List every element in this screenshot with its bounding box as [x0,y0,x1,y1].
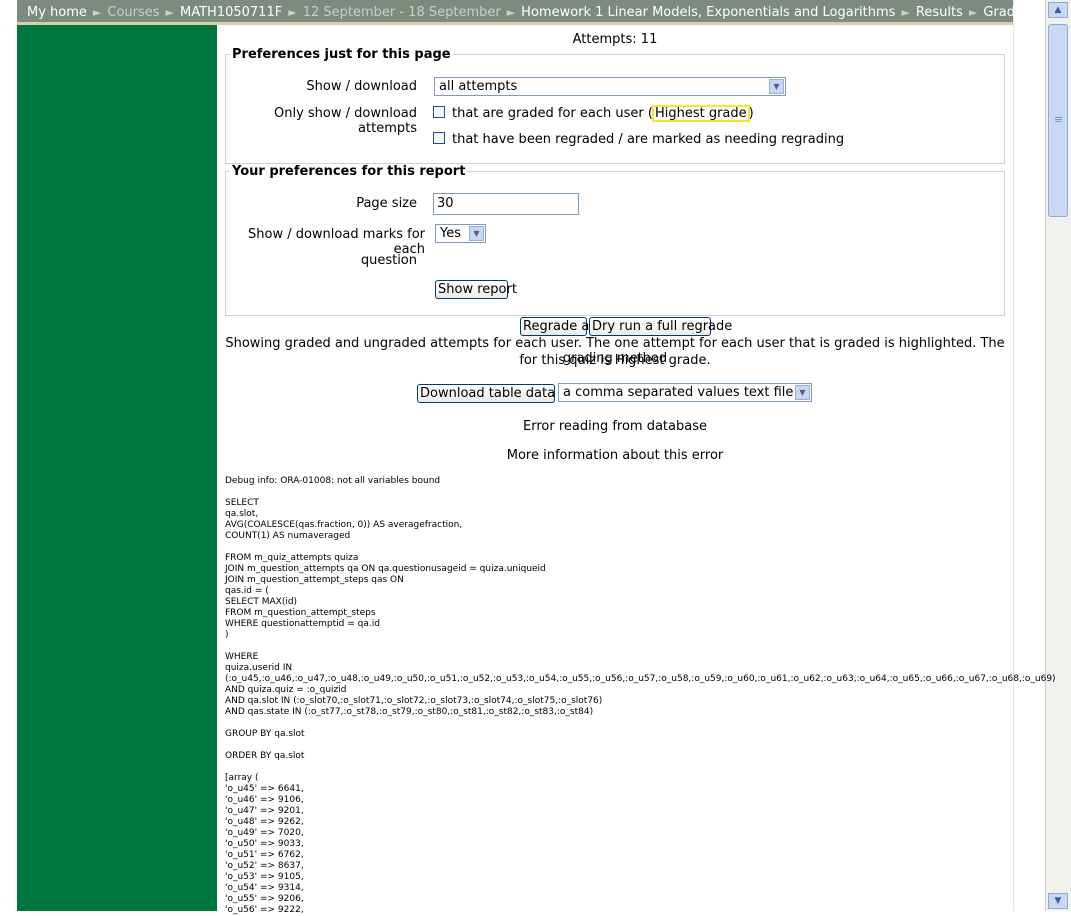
graded-option-text: that are graded for each user (Highest g… [452,105,754,122]
chevron-down-icon[interactable]: ▼ [769,79,784,94]
report-preferences-legend: Your preferences for this report [232,164,466,179]
show-report-button[interactable]: Show report [435,280,517,299]
breadcrumb-item[interactable]: 12 September - 18 September [303,5,501,20]
error-message: Error reading from database [523,419,707,434]
breadcrumb: My home ► Courses ► MATH1050711F ► 12 Septembe… [17,0,1030,25]
page-size-input[interactable]: 30 [433,193,579,215]
breadcrumb-separator-icon: ► [901,6,910,19]
download-table-button[interactable]: Download table data as [417,384,574,403]
breadcrumb-item[interactable]: Homework 1 Linear Models, Exponentials a… [521,5,895,20]
breadcrumb-item[interactable]: Grades [983,5,1029,20]
breadcrumb-item[interactable]: My home [27,5,87,20]
dry-run-regrade-button[interactable]: Dry run a full regrade [589,317,732,336]
show-download-label: Show / download [306,79,417,94]
vertical-scrollbar[interactable]: ▲ ▼ [1045,0,1071,911]
page-size-label: Page size [356,196,417,211]
scroll-down-icon[interactable]: ▼ [1048,893,1068,909]
marks-label-line2: question [360,253,417,268]
attempts-count: Attempts: 11 [572,32,658,47]
main-content: Attempts: 11 Preferences just for this p… [217,25,1056,915]
graded-option-prefix: that are graded for each user ( [452,106,653,121]
right-gutter [1013,0,1046,911]
debug-info: Debug info: ORA-01008: not all variables… [225,476,1056,915]
left-gutter [0,0,17,911]
breadcrumb-separator-icon: ► [92,6,102,19]
breadcrumb-item[interactable]: Courses [107,5,159,20]
breadcrumb-separator-icon: ► [968,6,978,19]
show-download-select[interactable]: all attempts ▼ [434,77,786,96]
marks-select[interactable]: Yes ▼ [435,224,486,243]
regraded-option-text: that have been regraded / are marked as … [452,132,845,147]
more-info-link[interactable]: More information about this error [217,448,1013,463]
marks-value: Yes [440,226,461,241]
grading-info-line2: for this quiz is Highest grade. [519,353,711,368]
download-format-value: a comma separated values text file [563,385,794,400]
chevron-down-icon[interactable]: ▼ [469,226,484,241]
scroll-up-icon[interactable]: ▲ [1048,2,1068,18]
highest-grade-highlight: Highest grade [651,105,750,122]
breadcrumb-separator-icon: ► [506,6,516,19]
chevron-down-icon[interactable]: ▼ [795,385,810,400]
show-download-value: all attempts [439,79,518,94]
only-show-label: Only show / download attempts [273,106,417,136]
breadcrumb-separator-icon: ► [165,6,175,19]
graded-option-suffix: ) [748,106,754,121]
left-side-block [17,25,217,911]
graded-checkbox[interactable] [433,106,445,118]
page-preferences-legend: Preferences just for this page [232,47,451,62]
grip-icon [1055,117,1062,118]
download-format-select[interactable]: a comma separated values text file ▼ [558,383,812,402]
scroll-thumb[interactable] [1048,24,1068,217]
regrade-all-button[interactable]: Regrade all [520,317,597,336]
breadcrumb-separator-icon: ► [288,6,297,19]
breadcrumb-item[interactable]: Results [916,5,963,20]
regraded-checkbox[interactable] [433,132,445,144]
breadcrumb-item[interactable]: MATH1050711F [180,5,282,20]
